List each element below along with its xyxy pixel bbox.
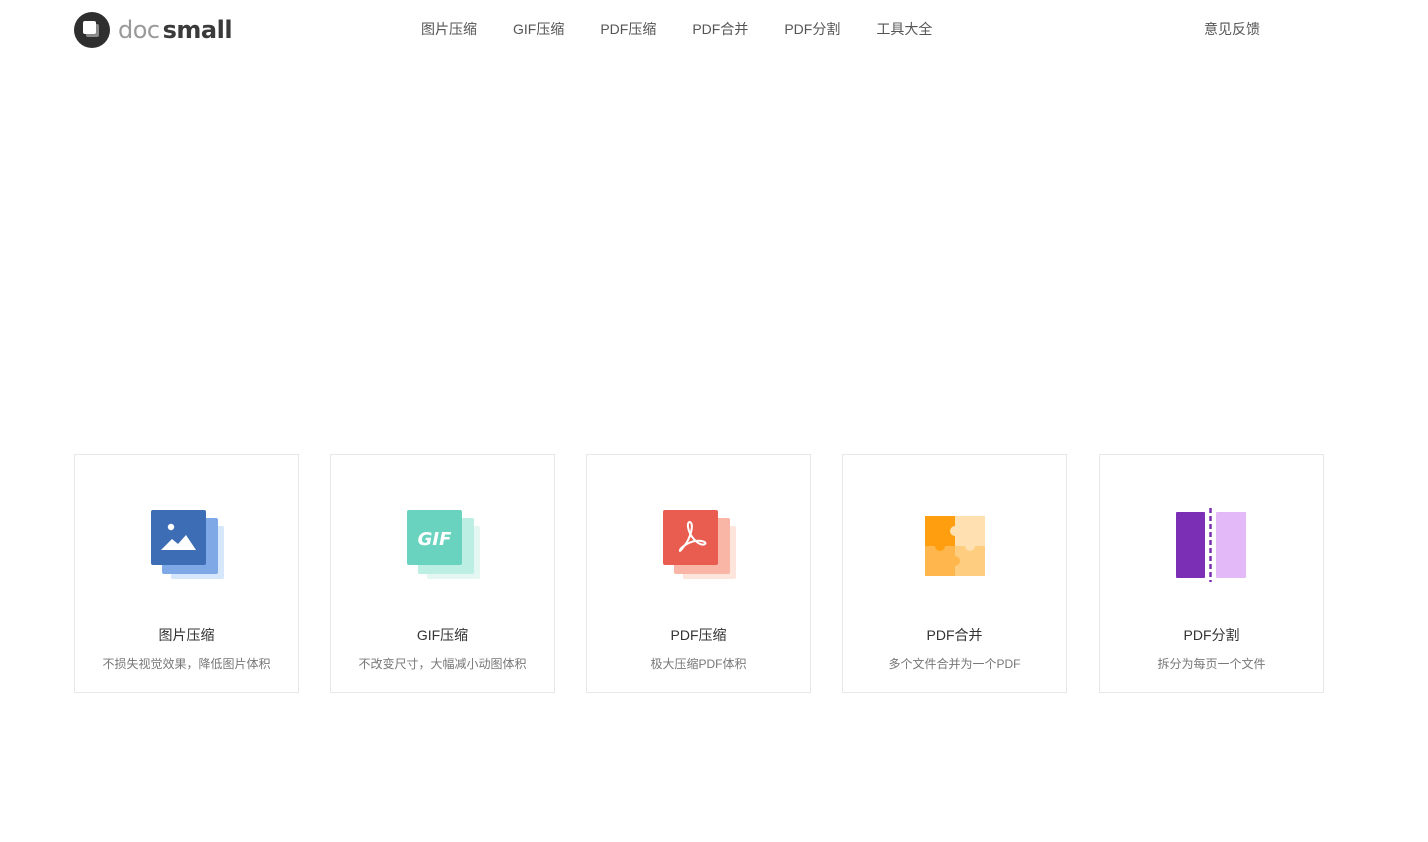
pdf-compress-icon <box>663 510 736 579</box>
nav-pdf-split[interactable]: PDF分割 <box>784 19 840 39</box>
tool-desc: 多个文件合并为一个PDF <box>888 657 1021 671</box>
nav-gif-compress[interactable]: GIF压缩 <box>513 19 564 39</box>
tool-card-pdf-compress[interactable]: PDF压缩 极大压缩PDF体积 <box>586 454 811 693</box>
tool-title: 图片压缩 <box>158 627 215 643</box>
tool-title: PDF合并 <box>926 627 983 643</box>
top-header: doc small 图片压缩 GIF压缩 PDF压缩 PDF合并 PDF分割 工具… <box>0 0 1428 60</box>
nav-image-compress[interactable]: 图片压缩 <box>421 19 477 39</box>
tool-card-gif-compress[interactable]: GIF GIF压缩 不改变尺寸，大幅减小动图体积 <box>330 454 555 693</box>
image-compress-icon <box>151 510 224 579</box>
tool-card-pdf-merge[interactable]: PDF合并 多个文件合并为一个PDF <box>842 454 1067 693</box>
nav-all-tools[interactable]: 工具大全 <box>876 19 932 39</box>
tool-card-pdf-split[interactable]: PDF分割 拆分为每页一个文件 <box>1099 454 1324 693</box>
gif-compress-icon: GIF <box>407 510 480 579</box>
main-nav: 图片压缩 GIF压缩 PDF压缩 PDF合并 PDF分割 工具大全 <box>421 19 932 39</box>
tool-title: PDF压缩 <box>670 627 727 643</box>
docsmall-logo[interactable]: doc small <box>74 12 233 48</box>
nav-pdf-compress[interactable]: PDF压缩 <box>600 19 656 39</box>
pdf-split-icon <box>1176 508 1246 582</box>
tool-title: GIF压缩 <box>416 627 469 643</box>
logo-icon <box>74 12 110 48</box>
tool-card-image-compress[interactable]: 图片压缩 不损失视觉效果，降低图片体积 <box>74 454 299 693</box>
tool-desc: 极大压缩PDF体积 <box>650 657 747 671</box>
logo-text: doc small <box>118 16 233 44</box>
tool-title: PDF分割 <box>1183 627 1240 643</box>
puzzle-merge-icon <box>925 516 985 576</box>
svg-text:GIF: GIF <box>418 529 452 550</box>
feedback-link[interactable]: 意见反馈 <box>1204 19 1260 39</box>
tool-desc: 不改变尺寸，大幅减小动图体积 <box>358 657 527 671</box>
nav-pdf-merge[interactable]: PDF合并 <box>692 19 748 39</box>
tool-desc: 拆分为每页一个文件 <box>1157 657 1266 671</box>
tool-desc: 不损失视觉效果，降低图片体积 <box>102 657 271 671</box>
